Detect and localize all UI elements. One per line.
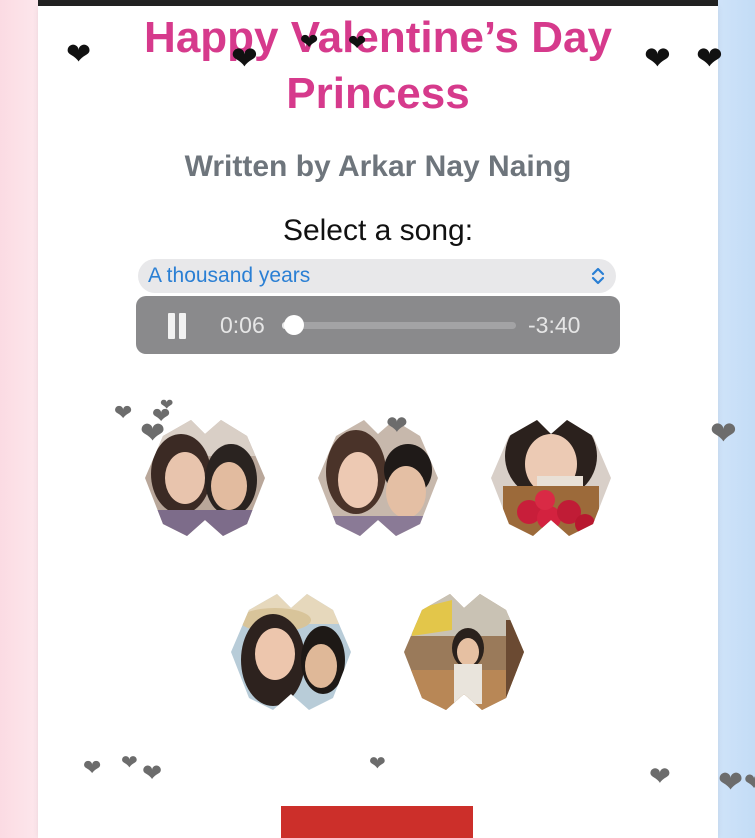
photo-4[interactable] <box>229 590 353 714</box>
heart-icon: ❤ <box>644 39 671 77</box>
heart-icon: ❤ <box>121 750 138 774</box>
title-line-2: Princess <box>286 69 470 118</box>
heart-icon: ❤ <box>718 765 744 800</box>
heart-icon: ❤ <box>66 37 92 72</box>
couple-selfie-photo <box>231 594 351 710</box>
page-title: Happy Valentine’s Day Princess <box>38 10 718 122</box>
song-select[interactable]: A thousand years <box>138 259 616 293</box>
heart-icon: ❤ <box>744 768 755 796</box>
girl-mirror-selfie-photo <box>404 594 524 710</box>
remaining-time: -3:40 <box>528 312 581 338</box>
progress-thumb[interactable] <box>283 315 304 335</box>
heart-icon: ❤ <box>369 751 386 775</box>
photo-5[interactable] <box>402 590 526 714</box>
photo-2[interactable] <box>316 416 440 540</box>
song-select-value: A thousand years <box>148 264 311 287</box>
audio-player: 0:06 -3:40 <box>136 296 620 354</box>
heart-icon: ❤ <box>114 401 133 426</box>
author-subtitle: Written by Arkar Nay Naing <box>184 150 572 183</box>
couple-selfie-photo <box>318 420 438 536</box>
heart-icon: ❤ <box>696 39 723 77</box>
heart-icon: ❤ <box>300 30 319 55</box>
heart-icon: ❤ <box>649 762 671 792</box>
pause-icon[interactable] <box>166 313 188 339</box>
red-action-button[interactable] <box>281 806 473 838</box>
heart-icon: ❤ <box>83 756 102 781</box>
heart-icon: ❤ <box>142 759 163 787</box>
title-line-1: Happy Valentine’s Day <box>144 13 612 62</box>
chevron-up-down-icon <box>591 267 605 285</box>
photo-3[interactable] <box>489 416 613 540</box>
heart-icon: ❤ <box>231 39 258 77</box>
heart-icon: ❤ <box>140 416 166 451</box>
heart-icon: ❤ <box>710 414 737 452</box>
progress-track[interactable] <box>282 322 516 329</box>
left-background-panel <box>0 0 38 838</box>
song-select-label: Select a song: <box>282 214 474 247</box>
current-time: 0:06 <box>220 312 265 338</box>
heart-icon: ❤ <box>386 411 408 441</box>
heart-icon: ❤ <box>348 31 367 56</box>
girl-with-roses-photo <box>491 420 611 536</box>
